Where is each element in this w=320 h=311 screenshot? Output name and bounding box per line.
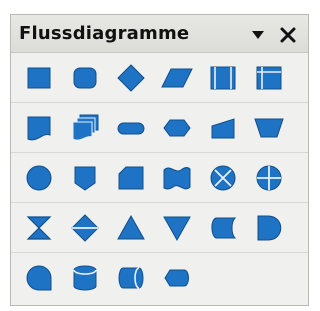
- shape-row: [11, 53, 308, 103]
- decision-shape-button[interactable]: [113, 60, 149, 96]
- terminator-shape-button[interactable]: [113, 110, 149, 146]
- close-icon[interactable]: [277, 24, 299, 46]
- summing-junction-shape-button[interactable]: [205, 160, 241, 196]
- shape-row: [11, 103, 308, 153]
- panel-title: Flussdiagramme: [19, 23, 190, 44]
- shape-grid: [11, 53, 308, 305]
- delay-shape-button[interactable]: [251, 210, 287, 246]
- direct-access-storage-shape-button[interactable]: [113, 260, 149, 296]
- document-shape-button[interactable]: [21, 110, 57, 146]
- extract-shape-button[interactable]: [113, 210, 149, 246]
- shape-row: [11, 253, 308, 305]
- shape-row: [11, 153, 308, 203]
- off-page-connector-shape-button[interactable]: [67, 160, 103, 196]
- punched-tape-shape-button[interactable]: [159, 160, 195, 196]
- dropdown-arrow-icon[interactable]: [248, 27, 268, 43]
- stored-data-shape-button[interactable]: [205, 210, 241, 246]
- sort-shape-button[interactable]: [67, 210, 103, 246]
- shape-row: [11, 203, 308, 253]
- alternate-process-shape-button[interactable]: [67, 60, 103, 96]
- data-shape-button[interactable]: [159, 60, 195, 96]
- predefined-process-shape-button[interactable]: [205, 60, 241, 96]
- internal-storage-shape-button[interactable]: [251, 60, 287, 96]
- card-shape-button[interactable]: [113, 160, 149, 196]
- merge-shape-button[interactable]: [159, 210, 195, 246]
- magnetic-disk-shape-button[interactable]: [67, 260, 103, 296]
- or-shape-button[interactable]: [251, 160, 287, 196]
- display-shape-button[interactable]: [159, 260, 195, 296]
- process-shape-button[interactable]: [21, 60, 57, 96]
- flowchart-toolbar-panel: Flussdiagramme: [10, 14, 309, 306]
- panel-titlebar: Flussdiagramme: [11, 15, 308, 53]
- connector-shape-button[interactable]: [21, 160, 57, 196]
- collate-shape-button[interactable]: [21, 210, 57, 246]
- manual-input-shape-button[interactable]: [205, 110, 241, 146]
- manual-operation-shape-button[interactable]: [251, 110, 287, 146]
- multidocument-shape-button[interactable]: [67, 110, 103, 146]
- sequential-access-shape-button[interactable]: [21, 260, 57, 296]
- preparation-shape-button[interactable]: [159, 110, 195, 146]
